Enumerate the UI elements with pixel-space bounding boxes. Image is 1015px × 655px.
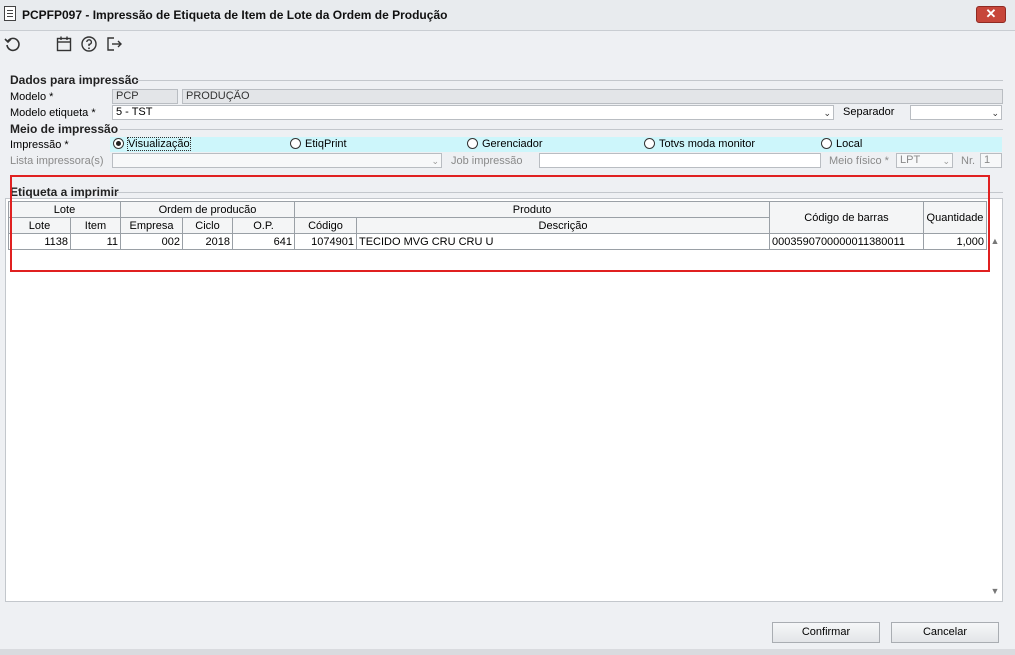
separador-select[interactable]: ⌄ [910, 105, 1002, 120]
radio-selected-icon [113, 138, 124, 149]
radio-visualizacao[interactable]: Visualização [113, 137, 191, 152]
close-button[interactable]: ✕ [976, 6, 1006, 23]
confirm-button[interactable]: Confirmar [772, 622, 880, 643]
toolbar [0, 31, 1015, 59]
scroll-up-icon[interactable]: ▲ [988, 236, 1002, 250]
cancel-button[interactable]: Cancelar [891, 622, 999, 643]
modelo-code-field[interactable]: PCP [112, 89, 178, 104]
radio-gerenciador[interactable]: Gerenciador [467, 138, 543, 152]
chevron-down-icon[interactable]: ⌄ [431, 155, 439, 167]
radio-gerenciador-label: Gerenciador [482, 138, 543, 150]
meio-fisico-value: LPT [900, 154, 921, 166]
radio-totvs-moda-monitor[interactable]: Totvs moda monitor [644, 138, 755, 152]
radio-icon [821, 138, 832, 149]
nr-input[interactable]: 1 [980, 153, 1002, 168]
dados-section-title: Dados para impressão [10, 73, 139, 87]
chevron-down-icon[interactable]: ⌄ [942, 155, 950, 167]
meio-divider [120, 129, 1003, 130]
radio-icon [290, 138, 301, 149]
impressao-label: Impressão * [10, 139, 69, 151]
nr-label: Nr. [961, 155, 976, 167]
radio-local[interactable]: Local [821, 138, 862, 152]
modelo-etiqueta-label: Modelo etiqueta * [10, 107, 96, 119]
chevron-down-icon[interactable]: ⌄ [823, 107, 831, 119]
annotation-highlight-box [10, 175, 990, 272]
lista-impressora-select[interactable]: ⌄ [112, 153, 442, 168]
radio-local-label: Local [836, 138, 863, 150]
calendar-icon[interactable] [55, 35, 73, 53]
modelo-description-field: PRODUÇÃO [182, 89, 1003, 104]
separador-label: Separador [843, 106, 895, 118]
radio-icon [644, 138, 655, 149]
lista-impressora-label: Lista impressora(s) [10, 155, 104, 167]
document-icon [4, 6, 16, 21]
exit-icon[interactable] [105, 35, 123, 53]
job-impressao-input[interactable] [539, 153, 821, 168]
modelo-etiqueta-select[interactable]: 5 - TST ⌄ [112, 105, 834, 120]
radio-etiqprint-label: EtiqPrint [305, 138, 347, 150]
meio-fisico-select[interactable]: LPT ⌄ [896, 153, 953, 168]
help-icon[interactable] [80, 35, 98, 53]
job-impressao-label: Job impressão [451, 155, 523, 167]
impressao-options-strip [110, 137, 1002, 152]
taskbar-strip [0, 649, 1015, 655]
undo-icon[interactable] [4, 35, 22, 53]
dados-divider [136, 80, 1003, 81]
meio-section-title: Meio de impressão [10, 122, 119, 136]
chevron-down-icon[interactable]: ⌄ [991, 107, 999, 119]
window-title: PCPFP097 - Impressão de Etiqueta de Item… [22, 8, 448, 22]
meio-fisico-label: Meio físico * [829, 155, 889, 167]
modelo-label: Modelo * [10, 91, 54, 103]
modelo-etiqueta-value: 5 - TST [116, 106, 153, 118]
radio-totvs-label: Totvs moda monitor [659, 138, 755, 150]
radio-visualizacao-label: Visualização [127, 137, 191, 151]
radio-icon [467, 138, 478, 149]
radio-etiqprint[interactable]: EtiqPrint [290, 138, 347, 152]
scroll-down-icon[interactable]: ▼ [988, 586, 1002, 600]
